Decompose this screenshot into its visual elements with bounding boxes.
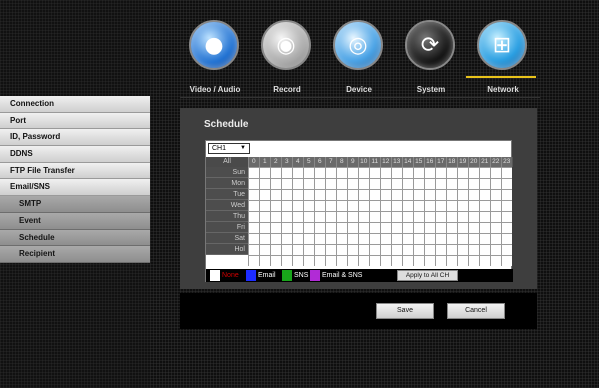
device-icon: ◎ — [333, 20, 383, 70]
schedule-panel: Schedule CH1 ▼ All 0 1 2 3 4 5 6 7 8 9 10 11 12 13 14 1… — [180, 108, 537, 289]
legend-sns-swatch[interactable] — [282, 270, 292, 281]
sidebar-item-email-sns[interactable]: Email/SNS — [0, 179, 150, 197]
day-label[interactable]: Fri — [206, 222, 248, 233]
hour-header-cell[interactable]: 11 — [369, 157, 380, 167]
hour-header-cell[interactable]: 22 — [490, 157, 501, 167]
legend-email-label: Email — [258, 272, 276, 279]
legend-email-sns-label: Email & SNS — [322, 272, 363, 279]
hour-header-cell[interactable]: 4 — [292, 157, 303, 167]
hour-header-cell[interactable]: 7 — [325, 157, 336, 167]
hour-header-cell[interactable]: 15 — [413, 157, 424, 167]
hour-header-cell[interactable]: 10 — [358, 157, 369, 167]
tab-label: Record — [273, 85, 301, 94]
hour-header-cell[interactable]: 5 — [303, 157, 314, 167]
day-label[interactable]: Wed — [206, 200, 248, 211]
nav-divider — [180, 97, 540, 98]
hour-header-cell[interactable]: 19 — [457, 157, 468, 167]
legend-email-sns-swatch[interactable] — [310, 270, 320, 281]
day-label[interactable]: Sun — [206, 167, 248, 178]
hour-header: All 0 1 2 3 4 5 6 7 8 9 10 11 12 13 14 15 16 17 18 19 20 21 22… — [206, 157, 513, 167]
hour-header-cell[interactable]: 12 — [380, 157, 391, 167]
day-label[interactable]: Thu — [206, 211, 248, 222]
video-audio-icon: ● — [189, 20, 239, 70]
tab-label: Network — [487, 85, 519, 94]
schedule-cells[interactable] — [248, 167, 512, 266]
tab-label: System — [416, 85, 446, 94]
day-label[interactable]: Hol — [206, 244, 248, 255]
hour-header-cell[interactable]: 6 — [314, 157, 325, 167]
sidebar-item-event[interactable]: Event — [0, 212, 150, 230]
sidebar-item-schedule[interactable]: Schedule — [0, 229, 150, 247]
tab-label: Device — [346, 85, 372, 94]
sidebar-item-smtp[interactable]: SMTP — [0, 196, 150, 213]
tab-record[interactable]: ◉ Record — [252, 16, 322, 100]
hour-header-cell[interactable]: 8 — [336, 157, 347, 167]
record-icon: ◉ — [261, 20, 311, 70]
hour-header-cell[interactable]: 9 — [347, 157, 358, 167]
sidebar-item-ddns[interactable]: DDNS — [0, 146, 150, 163]
day-label[interactable]: Mon — [206, 178, 248, 189]
tab-device[interactable]: ◎ Device — [324, 16, 394, 100]
select-all-button[interactable]: All — [206, 157, 248, 167]
active-tab-indicator — [466, 76, 536, 78]
channel-select[interactable]: CH1 ▼ — [208, 143, 250, 154]
hour-header-cell[interactable]: 16 — [424, 157, 435, 167]
tab-label: Video / Audio — [189, 85, 241, 94]
legend-email-swatch[interactable] — [246, 270, 256, 281]
hour-header-cell[interactable]: 17 — [435, 157, 446, 167]
tab-system[interactable]: ⟳ System — [396, 16, 466, 100]
hour-header-cell[interactable]: 14 — [402, 157, 413, 167]
sidebar-item-port[interactable]: Port — [0, 112, 150, 130]
hour-header-cell[interactable]: 2 — [270, 157, 281, 167]
save-button[interactable]: Save — [376, 303, 434, 319]
system-icon: ⟳ — [405, 20, 455, 70]
chevron-down-icon: ▼ — [240, 145, 246, 151]
sidebar-item-id-password[interactable]: ID, Password — [0, 129, 150, 147]
hour-header-cell[interactable]: 23 — [501, 157, 512, 167]
hour-header-cell[interactable]: 20 — [468, 157, 479, 167]
legend: None Email SNS Email & SNS Apply to All … — [206, 269, 513, 282]
legend-none-swatch[interactable] — [210, 270, 220, 281]
top-navigation: ● Video / Audio ◉ Record ◎ Device ⟳ Syst… — [180, 16, 540, 100]
channel-value: CH1 — [212, 145, 227, 152]
schedule-grid: CH1 ▼ All 0 1 2 3 4 5 6 7 8 9 10 11 12 13 14 15 16 17 18 19… — [205, 140, 513, 282]
hour-header-cell[interactable]: 1 — [259, 157, 270, 167]
sidebar: Connection Port ID, Password DDNS FTP Fi… — [0, 96, 150, 263]
tab-video-audio[interactable]: ● Video / Audio — [180, 16, 250, 100]
button-bar: Save Cancel — [180, 293, 537, 329]
apply-to-all-ch-button[interactable]: Apply to All CH — [397, 270, 458, 281]
legend-sns-label: SNS — [294, 272, 309, 279]
day-label[interactable]: Tue — [206, 189, 248, 200]
tab-network[interactable]: ⊞ Network — [468, 16, 538, 100]
day-label[interactable]: Sat — [206, 233, 248, 244]
network-icon: ⊞ — [477, 20, 527, 70]
hour-header-cell[interactable]: 18 — [446, 157, 457, 167]
hour-header-cell[interactable]: 13 — [391, 157, 402, 167]
cancel-button[interactable]: Cancel — [447, 303, 505, 319]
sidebar-item-ftp[interactable]: FTP File Transfer — [0, 162, 150, 180]
hour-header-cell[interactable]: 21 — [479, 157, 490, 167]
panel-title: Schedule — [204, 119, 249, 130]
legend-none-label: None — [222, 272, 239, 279]
sidebar-item-recipient[interactable]: Recipient — [0, 246, 150, 263]
sidebar-item-connection[interactable]: Connection — [0, 96, 150, 113]
hour-header-cell[interactable]: 0 — [248, 157, 259, 167]
hour-header-cell[interactable]: 3 — [281, 157, 292, 167]
